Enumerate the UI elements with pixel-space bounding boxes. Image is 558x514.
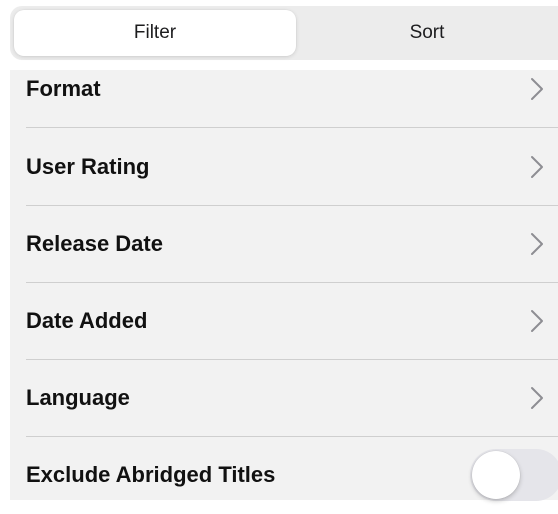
exclude-abridged-toggle[interactable] [470, 449, 558, 501]
row-exclude-abridged-label: Exclude Abridged Titles [26, 462, 276, 487]
row-user-rating-label: User Rating [26, 154, 150, 179]
row-date-added-label: Date Added [26, 308, 148, 333]
chevron-right-icon [531, 233, 543, 255]
row-language-label: Language [26, 385, 130, 410]
row-language[interactable]: Language [10, 359, 558, 437]
row-exclude-abridged: Exclude Abridged Titles [10, 436, 558, 514]
chevron-right-icon [531, 310, 543, 332]
filter-options-list: Format User Rating Release Date Date Add… [10, 70, 558, 501]
row-format-label: Format [26, 76, 101, 101]
chevron-right-icon [531, 156, 543, 178]
row-release-date-label: Release Date [26, 231, 163, 256]
row-format[interactable]: Format [10, 50, 558, 128]
row-date-added[interactable]: Date Added [10, 282, 558, 360]
chevron-right-icon [531, 78, 543, 100]
chevron-right-icon [531, 387, 543, 409]
row-user-rating[interactable]: User Rating [10, 128, 558, 206]
row-release-date[interactable]: Release Date [10, 205, 558, 283]
toggle-knob [472, 451, 520, 499]
